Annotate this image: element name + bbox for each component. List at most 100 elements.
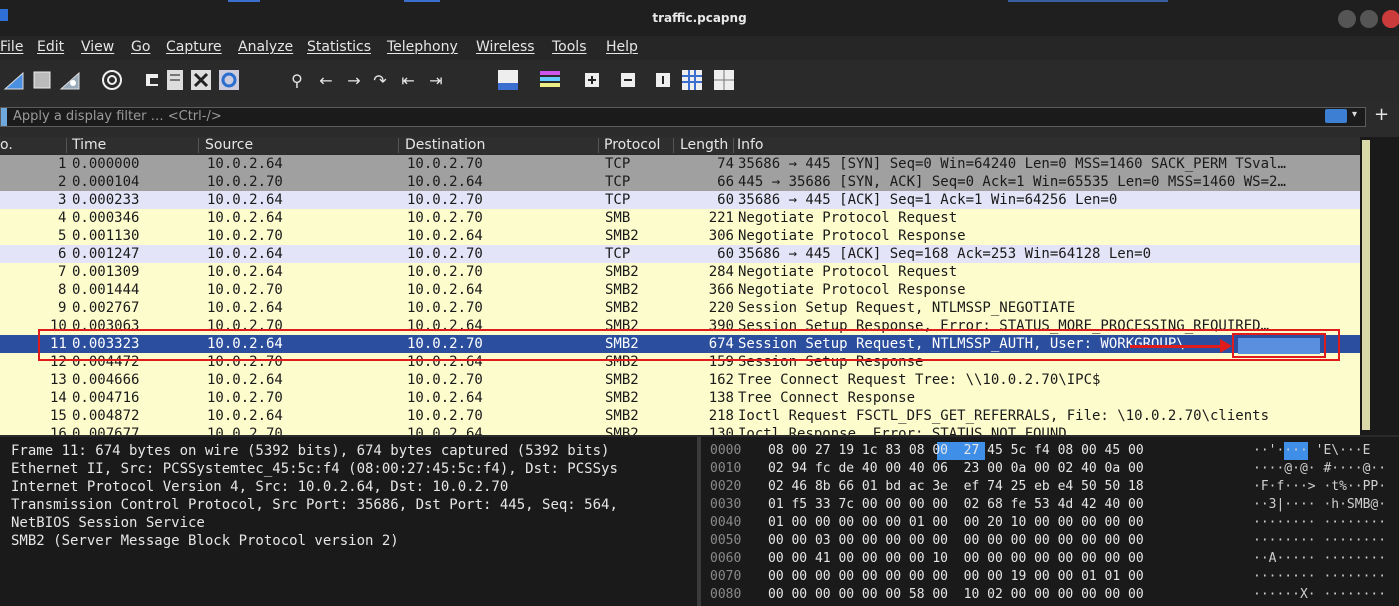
save-icon[interactable] xyxy=(163,68,187,92)
forward-icon[interactable]: → xyxy=(342,68,366,92)
column-length[interactable]: Length xyxy=(680,137,728,153)
cell-length: 218 xyxy=(708,408,734,424)
column-protocol[interactable]: Protocol xyxy=(604,137,660,153)
cell-source: 10.0.2.64 xyxy=(207,246,283,262)
minimize-button[interactable] xyxy=(1338,10,1356,28)
reload-icon[interactable] xyxy=(217,68,241,92)
cell-protocol: TCP xyxy=(605,192,631,208)
column-separator[interactable] xyxy=(398,138,399,153)
packet-row[interactable]: 2 0.000104 10.0.2.70 10.0.2.64 TCP 66 445 → 35… xyxy=(0,173,1360,191)
menu-tools[interactable]: Tools xyxy=(552,39,587,55)
find-icon[interactable]: ⚲ xyxy=(285,68,309,92)
menu-help[interactable]: Help xyxy=(606,39,638,55)
detail-ethernet[interactable]: Ethernet II, Src: PCSSystemtec_45:5c:f4 … xyxy=(11,460,618,478)
hex-row[interactable]: 0020 02 46 8b 66 01 bd ac 3e ef 74 25 eb … xyxy=(701,478,1399,496)
packet-row[interactable]: 9 0.002767 10.0.2.64 10.0.2.70 SMB2 220 Sessio… xyxy=(0,299,1360,317)
column-separator[interactable] xyxy=(66,138,67,153)
first-icon[interactable]: ⇤ xyxy=(396,68,420,92)
close-window-button[interactable] xyxy=(1382,10,1399,28)
hex-row[interactable]: 0030 01 f5 33 7c 00 00 00 00 02 68 fe 53 … xyxy=(701,496,1399,514)
packet-row[interactable]: 5 0.001130 10.0.2.70 10.0.2.64 SMB2 306 Negoti… xyxy=(0,227,1360,245)
options-icon[interactable] xyxy=(100,68,124,92)
column-info[interactable]: Info xyxy=(737,137,764,153)
menu-view[interactable]: View xyxy=(81,39,114,55)
column-separator[interactable] xyxy=(733,138,734,153)
detail-netbios[interactable]: NetBIOS Session Service xyxy=(11,514,205,532)
cell-length: 60 xyxy=(717,246,734,262)
detail-tcp[interactable]: Transmission Control Protocol, Src Port:… xyxy=(11,496,618,514)
hex-row[interactable]: 0070 00 00 00 00 00 00 00 00 00 00 19 00 … xyxy=(701,568,1399,586)
detail-ip[interactable]: Internet Protocol Version 4, Src: 10.0.2… xyxy=(11,478,508,496)
hex-row[interactable]: 0080 00 00 00 00 00 00 58 00 10 02 00 00 … xyxy=(701,586,1399,604)
bookmark-icon[interactable] xyxy=(1,108,7,126)
hex-row[interactable]: 0040 01 00 00 00 00 00 01 00 00 20 10 00 … xyxy=(701,514,1399,532)
column-time[interactable]: Time xyxy=(72,137,106,153)
column-source[interactable]: Source xyxy=(205,137,253,153)
autoscroll-icon[interactable] xyxy=(496,68,520,92)
packet-row[interactable]: 15 0.004872 10.0.2.64 10.0.2.70 SMB2 218 Ioctl… xyxy=(0,407,1360,425)
close-file-icon[interactable] xyxy=(189,68,213,92)
packet-row[interactable]: 16 0.007677 10.0.2.70 10.0.2.64 SMB2 130 Ioctl… xyxy=(0,425,1360,435)
zoom-in-icon[interactable] xyxy=(580,68,604,92)
add-filter-button[interactable]: + xyxy=(1374,104,1389,125)
hex-bytes: 08 00 27 19 1c 83 08 00 27 45 5c f4 08 0… xyxy=(768,443,1144,458)
cell-info: Tree Connect Response xyxy=(738,390,916,406)
hex-ascii: ········ ········ xyxy=(1253,569,1387,584)
hex-row[interactable]: 0000 08 00 27 19 1c 83 08 00 27 45 5c f4 … xyxy=(701,442,1399,460)
resize-columns-icon[interactable] xyxy=(680,68,704,92)
hex-row[interactable]: 0060 00 00 41 00 00 00 00 10 00 00 00 00 … xyxy=(701,550,1399,568)
open-icon[interactable] xyxy=(140,68,164,92)
maximize-button[interactable] xyxy=(1360,10,1378,28)
column-destination[interactable]: Destination xyxy=(405,137,485,153)
packet-row[interactable]: 3 0.000233 10.0.2.64 10.0.2.70 TCP 60 35686 → … xyxy=(0,191,1360,209)
packet-row[interactable]: 8 0.001444 10.0.2.70 10.0.2.64 SMB2 366 Negoti… xyxy=(0,281,1360,299)
cell-time: 0.001444 xyxy=(72,282,140,298)
menu-file[interactable]: File xyxy=(0,39,23,55)
menu-statistics[interactable]: Statistics xyxy=(307,39,371,55)
display-filter-input[interactable]: Apply a display filter … <Ctrl-/> xyxy=(0,107,1366,127)
detail-frame[interactable]: Frame 11: 674 bytes on wire (5392 bits),… xyxy=(11,442,609,460)
hex-bytes: 00 00 00 00 00 00 58 00 10 02 00 00 00 0… xyxy=(768,587,1144,602)
zoom-out-icon[interactable] xyxy=(616,68,640,92)
cell-destination: 10.0.2.70 xyxy=(407,300,483,316)
cell-destination: 10.0.2.70 xyxy=(407,408,483,424)
redacted-username xyxy=(1238,338,1320,354)
cell-protocol: TCP xyxy=(605,174,631,190)
cell-length: 74 xyxy=(717,156,734,172)
menu-wireless[interactable]: Wireless xyxy=(476,39,535,55)
detail-smb2[interactable]: SMB2 (Server Message Block Protocol vers… xyxy=(11,532,399,550)
hex-row[interactable]: 0050 00 00 03 00 00 00 00 00 00 00 00 00 … xyxy=(701,532,1399,550)
goto-icon[interactable]: ↷ xyxy=(368,68,392,92)
packet-row[interactable]: 6 0.001247 10.0.2.64 10.0.2.70 TCP 60 35686 → … xyxy=(0,245,1360,263)
packet-row[interactable]: 13 0.004666 10.0.2.64 10.0.2.70 SMB2 162 Tree … xyxy=(0,371,1360,389)
column-separator[interactable] xyxy=(673,138,674,153)
colorize-icon[interactable] xyxy=(538,68,562,92)
hex-row[interactable]: 0010 02 94 fc de 40 00 40 06 23 00 0a 00 … xyxy=(701,460,1399,478)
packet-row[interactable]: 4 0.000346 10.0.2.64 10.0.2.70 SMB 221 Negotia… xyxy=(0,209,1360,227)
main-toolbar: ⚲ ← → ↷ ⇤ ⇥ xyxy=(0,60,1399,102)
restart-icon[interactable] xyxy=(58,68,82,92)
column-separator[interactable] xyxy=(198,138,199,153)
filter-dropdown-chevron-icon[interactable]: ▾ xyxy=(1352,109,1357,120)
cell-info: 35686 → 445 [ACK] Seq=168 Ack=253 Win=64… xyxy=(738,246,1152,262)
menu-analyze[interactable]: Analyze xyxy=(238,39,293,55)
back-icon[interactable]: ← xyxy=(314,68,338,92)
menu-go[interactable]: Go xyxy=(131,39,150,55)
packet-row[interactable]: 1 0.000000 10.0.2.64 10.0.2.70 TCP 74 35686 → … xyxy=(0,155,1360,173)
menu-capture[interactable]: Capture xyxy=(166,39,222,55)
layout-icon[interactable] xyxy=(712,68,736,92)
normal-size-icon[interactable] xyxy=(651,68,675,92)
apply-filter-arrow-icon[interactable] xyxy=(1325,109,1347,123)
shark-fin-icon[interactable] xyxy=(2,68,26,92)
menu-telephony[interactable]: Telephony xyxy=(387,39,458,55)
stop-icon[interactable] xyxy=(30,68,54,92)
packet-details-pane: Frame 11: 674 bytes on wire (5392 bits),… xyxy=(0,437,697,606)
column-no[interactable]: o. xyxy=(0,137,13,153)
scrollbar-minimap[interactable] xyxy=(1362,140,1370,430)
cell-length: 130 xyxy=(708,426,734,435)
packet-row[interactable]: 14 0.004716 10.0.2.70 10.0.2.64 SMB2 138 Tree … xyxy=(0,389,1360,407)
last-icon[interactable]: ⇥ xyxy=(424,68,448,92)
menu-edit[interactable]: Edit xyxy=(37,39,64,55)
packet-row[interactable]: 7 0.001309 10.0.2.64 10.0.2.70 SMB2 284 Negoti… xyxy=(0,263,1360,281)
column-separator[interactable] xyxy=(598,138,599,153)
